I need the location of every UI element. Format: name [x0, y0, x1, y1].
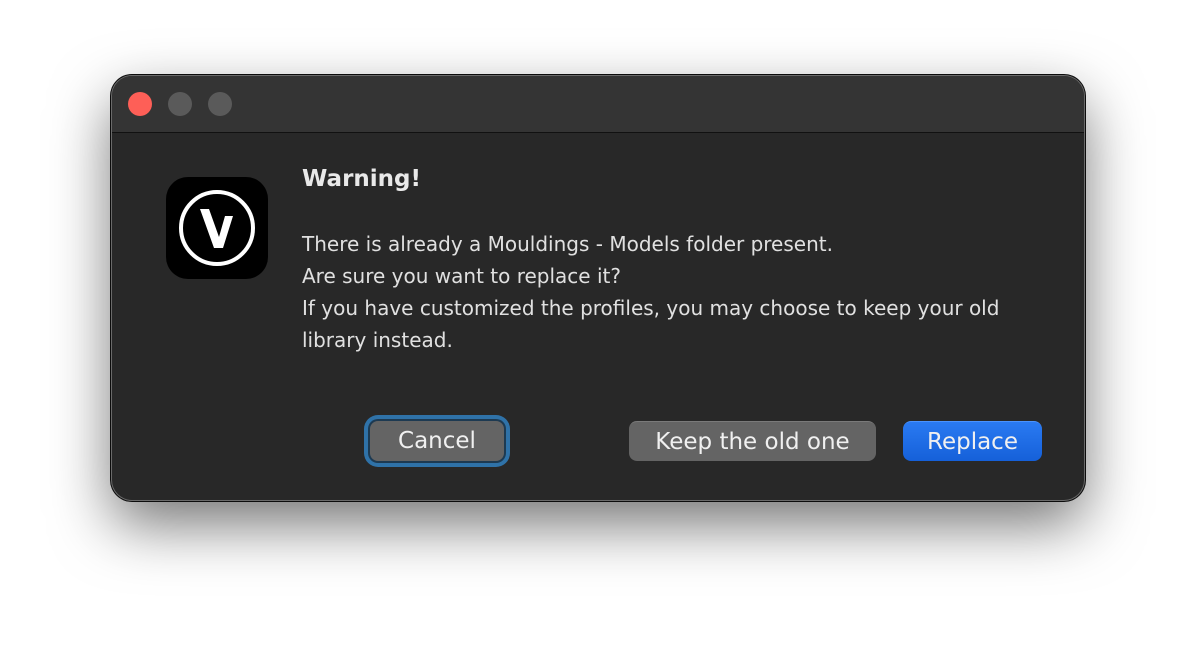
message-line: library instead.: [302, 328, 453, 352]
dialog-title: Warning!: [302, 166, 421, 192]
replace-button[interactable]: Replace: [903, 421, 1042, 461]
message-line: Are sure you want to replace it?: [302, 264, 621, 288]
minimize-window-button[interactable]: [168, 92, 192, 116]
message-line: There is already a Mouldings - Models fo…: [302, 232, 833, 256]
cancel-button[interactable]: Cancel: [370, 421, 504, 461]
message-line: If you have customized the profiles, you…: [302, 296, 1000, 320]
title-bar: [112, 76, 1084, 133]
close-window-button[interactable]: [128, 92, 152, 116]
dialog-window: Warning! There is already a Mouldings - …: [112, 76, 1084, 500]
vectorworks-logo-icon: [166, 177, 268, 279]
keep-old-button[interactable]: Keep the old one: [629, 421, 876, 461]
zoom-window-button[interactable]: [208, 92, 232, 116]
dialog-message: There is already a Mouldings - Models fo…: [302, 228, 1062, 356]
